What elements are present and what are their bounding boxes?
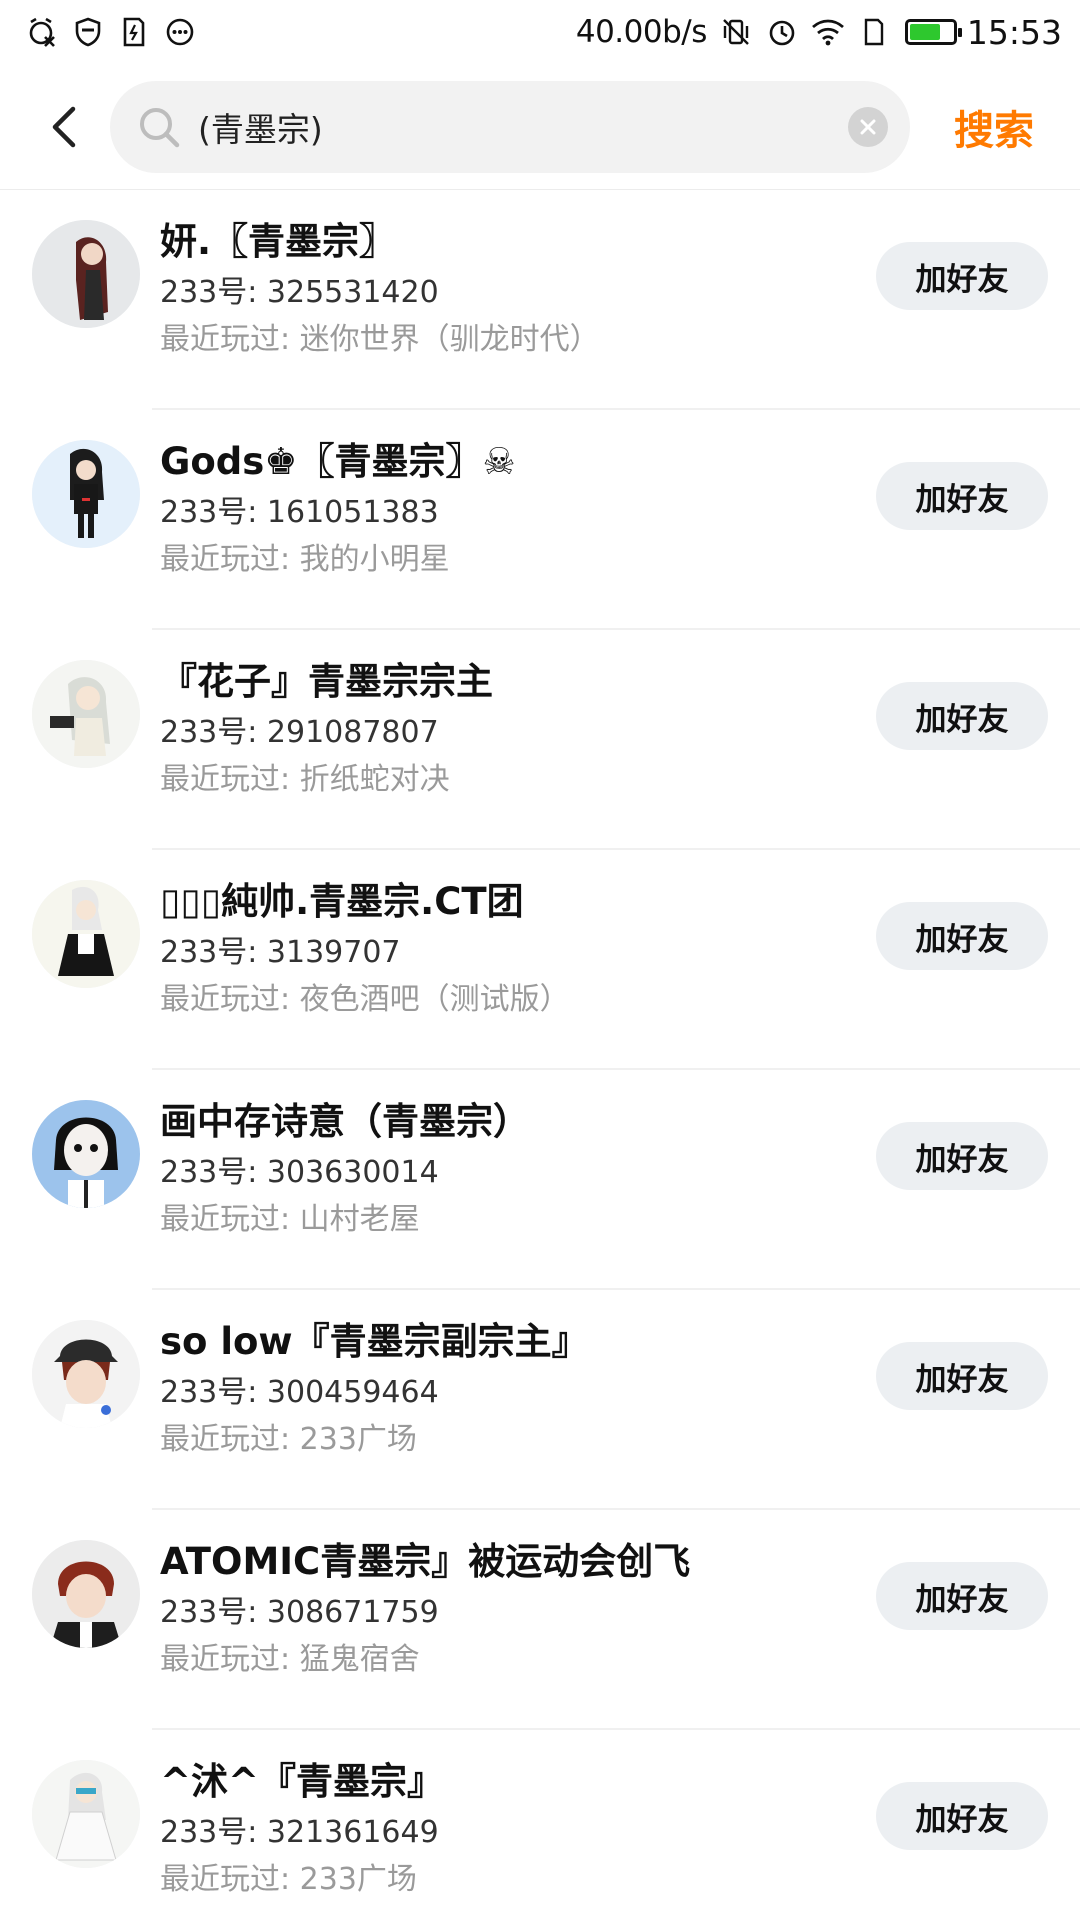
alarm-clock-icon [765, 16, 799, 48]
add-friend-button[interactable]: 加好友 [876, 902, 1048, 970]
status-bar: 40.00b/s 15:53 [0, 0, 1080, 64]
add-friend-button[interactable]: 加好友 [876, 242, 1048, 310]
avatar[interactable] [32, 1540, 140, 1648]
result-id: 233号: 3139707 [160, 935, 401, 970]
result-id: 233号: 303630014 [160, 1155, 439, 1190]
status-time: 15:53 [966, 12, 1062, 52]
shield-icon [72, 16, 104, 48]
clear-search-button[interactable] [848, 106, 888, 147]
result-recent-game: 最近玩过: 233广场 [160, 1862, 417, 1897]
list-item[interactable]: 画中存诗意（青墨宗） 233号: 303630014 最近玩过: 山村老屋 加好… [0, 1070, 1080, 1290]
result-recent-game: 最近玩过: 夜色酒吧（测试版） [160, 982, 570, 1017]
search-box[interactable] [110, 80, 910, 173]
close-icon [860, 119, 876, 134]
list-item[interactable]: 妍.〖青墨宗〗 233号: 325531420 最近玩过: 迷你世界（驯龙时代）… [0, 190, 1080, 410]
vibrate-off-icon [719, 16, 753, 48]
result-id: 233号: 308671759 [160, 1595, 439, 1630]
search-submit-button[interactable]: 搜索 [954, 98, 1034, 156]
avatar[interactable] [32, 440, 140, 548]
network-speed: 40.00b/s [575, 14, 708, 50]
list-item[interactable]: 『花子』青墨宗宗主 233号: 291087807 最近玩过: 折纸蛇对决 加好… [0, 630, 1080, 850]
sd-card-icon [118, 16, 150, 48]
list-item[interactable]: ^沭^『青墨宗』 233号: 321361649 最近玩过: 233广场 加好友 [0, 1730, 1080, 1920]
avatar[interactable] [32, 1100, 140, 1208]
result-id: 233号: 291087807 [160, 715, 439, 750]
list-item[interactable]: so low『青墨宗副宗主』 233号: 300459464 最近玩过: 233… [0, 1290, 1080, 1510]
result-name: ATOMIC青墨宗』被运动会创飞 [160, 1540, 691, 1583]
back-arrow-icon [52, 106, 76, 147]
wifi-icon [811, 16, 845, 48]
result-id: 233号: 325531420 [160, 275, 439, 310]
battery-level-fill [909, 24, 941, 40]
search-header: 搜索 [0, 64, 1080, 190]
result-name: Gods♚〖青墨宗〗☠ [160, 440, 516, 483]
list-item[interactable]: ▯▯▯純帅.青墨宗.CT团 233号: 3139707 最近玩过: 夜色酒吧（测… [0, 850, 1080, 1070]
add-friend-button[interactable]: 加好友 [876, 1562, 1048, 1630]
avatar[interactable] [32, 880, 140, 988]
status-right-icons: 40.00b/s 15:53 [576, 13, 1062, 52]
sim-icon [857, 16, 891, 48]
search-result-list: 妍.〖青墨宗〗 233号: 325531420 最近玩过: 迷你世界（驯龙时代）… [0, 190, 1080, 1920]
result-recent-game: 最近玩过: 我的小明星 [160, 542, 450, 577]
more-dots-icon [164, 16, 196, 48]
list-item[interactable]: ATOMIC青墨宗』被运动会创飞 233号: 308671759 最近玩过: 猛… [0, 1510, 1080, 1730]
status-left-icons [26, 16, 210, 48]
result-name: 妍.〖青墨宗〗 [160, 220, 397, 263]
battery-icon [904, 19, 962, 45]
add-friend-button[interactable]: 加好友 [876, 682, 1048, 750]
add-friend-button[interactable]: 加好友 [876, 462, 1048, 530]
result-name: 画中存诗意（青墨宗） [160, 1100, 530, 1143]
result-name: so low『青墨宗副宗主』 [160, 1320, 589, 1363]
back-button[interactable] [34, 97, 94, 157]
avatar[interactable] [32, 1760, 140, 1868]
avatar[interactable] [32, 1320, 140, 1428]
result-name: ^沭^『青墨宗』 [160, 1760, 445, 1803]
alarm-off-icon [26, 16, 58, 48]
result-recent-game: 最近玩过: 迷你世界（驯龙时代） [160, 322, 600, 357]
result-recent-game: 最近玩过: 折纸蛇对决 [160, 762, 450, 797]
result-id: 233号: 300459464 [160, 1375, 439, 1410]
search-icon [136, 104, 182, 150]
result-name: 『花子』青墨宗宗主 [160, 660, 493, 703]
add-friend-button[interactable]: 加好友 [876, 1122, 1048, 1190]
search-input[interactable] [198, 107, 798, 146]
avatar[interactable] [32, 220, 140, 328]
add-friend-button[interactable]: 加好友 [876, 1782, 1048, 1850]
result-id: 233号: 321361649 [160, 1815, 439, 1850]
avatar[interactable] [32, 660, 140, 768]
result-id: 233号: 161051383 [160, 495, 439, 530]
result-name: ▯▯▯純帅.青墨宗.CT团 [160, 880, 524, 923]
add-friend-button[interactable]: 加好友 [876, 1342, 1048, 1410]
list-item[interactable]: Gods♚〖青墨宗〗☠ 233号: 161051383 最近玩过: 我的小明星 … [0, 410, 1080, 630]
result-recent-game: 最近玩过: 山村老屋 [160, 1202, 420, 1237]
result-recent-game: 最近玩过: 233广场 [160, 1422, 417, 1457]
result-recent-game: 最近玩过: 猛鬼宿舍 [160, 1642, 420, 1677]
